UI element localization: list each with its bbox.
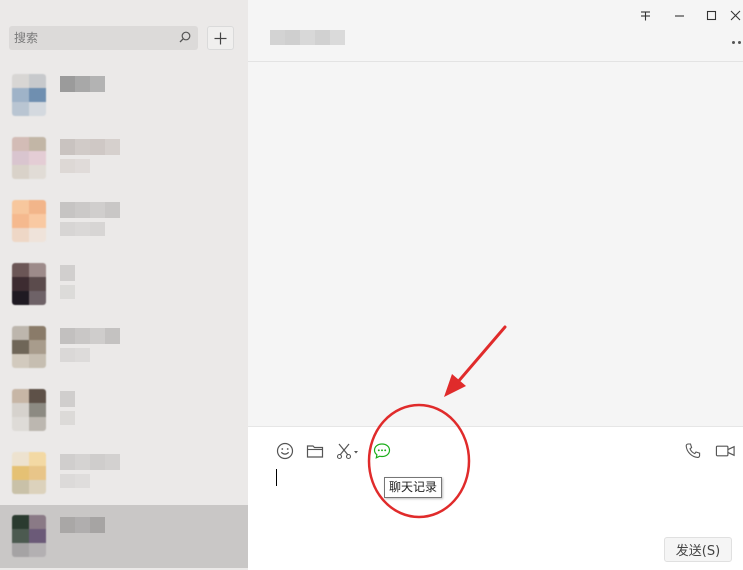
chat-history-button[interactable] xyxy=(371,440,393,462)
conversation-item[interactable] xyxy=(0,379,248,442)
video-call-button[interactable] xyxy=(712,440,738,462)
sidebar xyxy=(0,0,248,570)
conversation-name xyxy=(60,454,120,470)
close-button[interactable] xyxy=(728,6,743,24)
conversation-name xyxy=(60,202,120,218)
conversation-item[interactable] xyxy=(0,253,248,316)
message-area xyxy=(248,63,743,426)
conversation-item[interactable] xyxy=(0,127,248,190)
conversation-item[interactable] xyxy=(0,442,248,505)
avatar xyxy=(12,74,46,116)
chat-title xyxy=(270,30,345,45)
close-icon xyxy=(730,10,741,20)
conversation-preview xyxy=(60,348,90,362)
conversation-preview xyxy=(60,222,105,236)
conversation-preview xyxy=(60,285,75,299)
minimize-button[interactable] xyxy=(668,6,690,24)
conversation-item[interactable] xyxy=(0,316,248,379)
conversation-name xyxy=(60,265,75,281)
pin-icon xyxy=(640,10,650,20)
avatar xyxy=(12,137,46,179)
avatar xyxy=(12,326,46,368)
minimize-icon xyxy=(674,14,684,17)
plus-icon xyxy=(214,32,227,44)
dot xyxy=(732,40,735,44)
chat-history-icon xyxy=(373,443,391,459)
chat-header xyxy=(248,0,743,62)
conversation-list xyxy=(0,64,248,568)
conversation-name xyxy=(60,139,120,155)
chat-history-tooltip: 聊天记录 xyxy=(384,477,443,498)
conversation-item[interactable] xyxy=(0,190,248,253)
phone-icon xyxy=(685,443,701,458)
more-button[interactable] xyxy=(725,38,743,46)
pin-button[interactable] xyxy=(634,6,656,24)
conversation-name xyxy=(60,517,105,533)
send-button[interactable]: 发送(S) xyxy=(664,537,732,562)
avatar xyxy=(12,263,46,305)
file-button[interactable] xyxy=(304,440,326,462)
add-button[interactable] xyxy=(207,26,234,50)
avatar xyxy=(12,389,46,431)
search-box[interactable] xyxy=(9,26,198,50)
emoji-button[interactable] xyxy=(274,440,296,462)
text-caret xyxy=(276,469,277,486)
conversation-preview xyxy=(60,159,90,173)
input-area[interactable]: 聊天记录 发送(S) xyxy=(248,426,743,570)
search-input[interactable] xyxy=(9,26,169,50)
maximize-icon xyxy=(706,10,716,20)
conversation-preview xyxy=(60,411,75,425)
conversation-preview xyxy=(60,474,90,488)
dot xyxy=(738,40,741,44)
avatar xyxy=(12,200,46,242)
avatar xyxy=(12,452,46,494)
chat-pane: 聊天记录 发送(S) xyxy=(248,0,743,570)
conversation-name xyxy=(60,328,120,344)
folder-icon xyxy=(306,445,324,458)
conversation-item[interactable] xyxy=(0,505,248,568)
maximize-button[interactable] xyxy=(700,6,722,24)
search-icon[interactable] xyxy=(179,31,191,43)
conversation-name xyxy=(60,391,75,407)
emoji-icon xyxy=(276,442,294,460)
voice-call-button[interactable] xyxy=(682,440,704,462)
screenshot-button[interactable] xyxy=(334,440,362,462)
conversation-item[interactable] xyxy=(0,64,248,127)
scissors-icon xyxy=(336,443,358,460)
conversation-name xyxy=(60,76,105,92)
avatar xyxy=(12,515,46,557)
video-call-icon xyxy=(715,445,735,457)
